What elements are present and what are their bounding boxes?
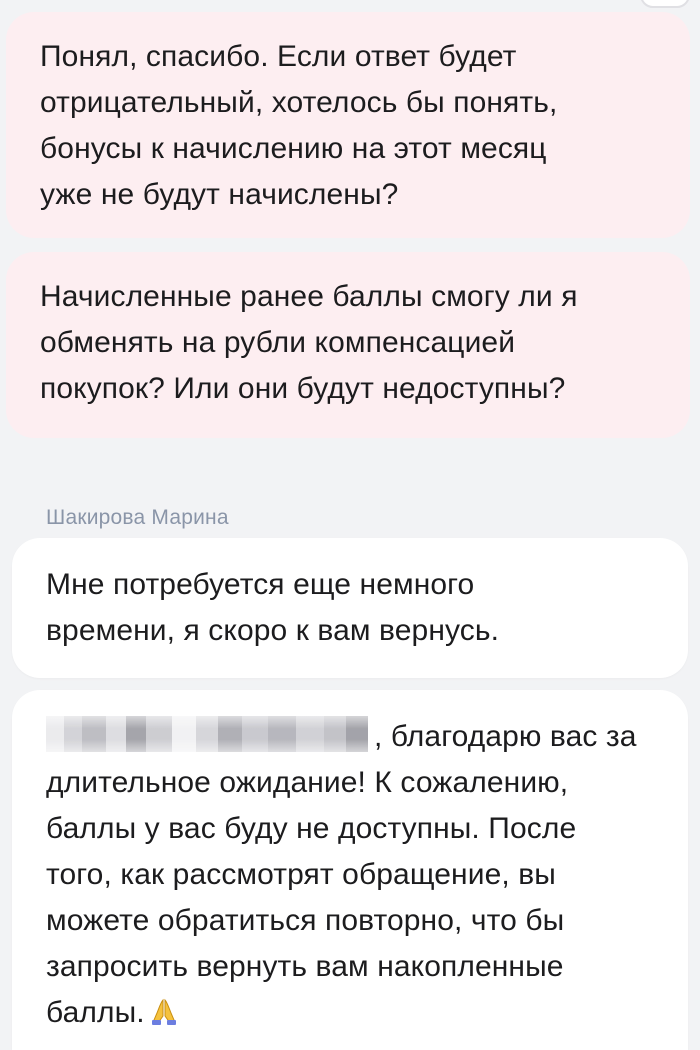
message-line: бонусы к начислению на этот месяц bbox=[40, 132, 547, 165]
message-line: баллы у вас буду не доступны. После bbox=[46, 812, 577, 845]
message-line: того, как рассмотрят обращение, вы bbox=[46, 858, 556, 891]
message-line: запросить вернуть вам накопленные bbox=[46, 950, 564, 983]
message-line: , благодарю вас за bbox=[46, 714, 658, 760]
message-line: Начисленные ранее баллы смогу ли я bbox=[40, 280, 578, 313]
message-line: обменять на рубли компенсацией bbox=[40, 326, 516, 359]
agent-message-bubble: Мне потребуется еще немного времени, я с… bbox=[12, 538, 688, 678]
chat-thread: Понял, спасибо. Если ответ будет отрицат… bbox=[0, 0, 700, 1050]
message-line: можете обратиться повторно, что бы bbox=[46, 904, 565, 937]
user-message-bubble: Понял, спасибо. Если ответ будет отрицат… bbox=[6, 12, 690, 238]
message-line: уже не будут начислены? bbox=[40, 178, 399, 211]
scroll-to-bottom-button-edge[interactable] bbox=[640, 0, 690, 8]
message-line: Мне потребуется еще немного bbox=[46, 568, 475, 601]
message-line: Понял, спасибо. Если ответ будет bbox=[40, 40, 517, 73]
folded-hands-emoji-icon bbox=[149, 994, 179, 1025]
redacted-name-blur bbox=[46, 716, 368, 752]
message-line: длительное ожидание! К сожалению, bbox=[46, 766, 569, 799]
message-line: времени, я скоро к вам вернусь. bbox=[46, 614, 500, 647]
agent-message-bubble: , благодарю вас за длительное ожидание! … bbox=[12, 690, 688, 1050]
message-line: покупок? Или они будут недоступны? bbox=[40, 372, 566, 405]
message-text: баллы. bbox=[46, 996, 145, 1029]
message-line: баллы. bbox=[46, 990, 658, 1036]
user-message-bubble: Начисленные ранее баллы смогу ли я обмен… bbox=[6, 252, 690, 438]
agent-sender-name: Шакирова Марина bbox=[46, 506, 229, 529]
message-line: отрицательный, хотелось бы понять, bbox=[40, 86, 558, 119]
message-text: , благодарю вас за bbox=[374, 720, 637, 753]
